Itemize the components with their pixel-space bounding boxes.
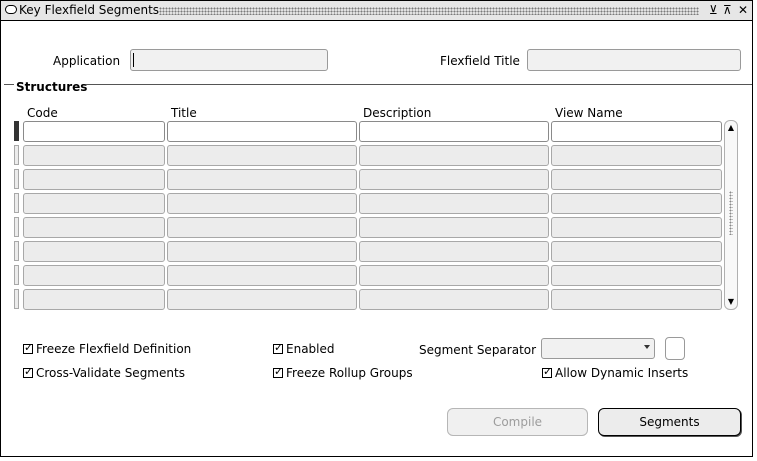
structures-heading: Structures [16,80,88,94]
checkmark-icon: ✓ [274,341,284,354]
code-cell[interactable] [23,241,165,262]
checkbox-box[interactable]: ✓ [273,341,284,354]
flexfield-title-label: Flexfield Title [440,54,520,68]
code-cell[interactable] [23,289,165,310]
text-cursor [133,53,134,67]
scroll-thumb[interactable] [729,191,733,235]
code-cell[interactable] [23,265,165,286]
title-cell[interactable] [167,217,357,238]
flexfield-title-field[interactable] [527,49,741,71]
row-indicator[interactable] [14,193,19,213]
cross-validate-segments-checkbox[interactable]: ✓ Cross-Validate Segments [23,366,185,380]
code-cell[interactable] [23,169,165,190]
window-title: Key Flexfield Segments [19,3,160,17]
checkmark-icon: ✓ [543,365,553,378]
maximize-icon[interactable]: ⊼ [723,2,732,18]
checkbox-box[interactable]: ✓ [273,365,284,378]
freeze-flexfield-definition-label: Freeze Flexfield Definition [36,342,192,356]
title-cell[interactable] [167,265,357,286]
allow-dynamic-inserts-label: Allow Dynamic Inserts [555,366,689,380]
row-indicator[interactable] [14,241,19,261]
scroll-down-icon[interactable]: ▼ [726,296,736,308]
segment-separator-select[interactable] [541,338,655,359]
column-header-code: Code [27,106,58,120]
view-name-cell[interactable] [551,241,722,262]
column-header-title: Title [171,106,197,120]
code-cell[interactable] [23,193,165,214]
compile-button[interactable]: Compile [447,408,588,436]
application-label: Application [53,54,121,68]
description-cell[interactable] [359,289,549,310]
title-cell[interactable] [167,193,357,214]
segments-button[interactable]: Segments [598,408,741,436]
row-indicator[interactable] [14,289,19,309]
window-menu-icon[interactable] [5,5,17,14]
freeze-rollup-groups-label: Freeze Rollup Groups [286,366,413,380]
title-cell[interactable] [167,145,357,166]
allow-dynamic-inserts-checkbox[interactable]: ✓ Allow Dynamic Inserts [542,366,688,380]
row-indicator[interactable] [14,265,19,285]
description-cell[interactable] [359,241,549,262]
title-bar-grip [159,7,699,15]
column-header-description: Description [363,106,432,120]
checkbox-box[interactable]: ✓ [23,341,34,354]
code-cell[interactable] [23,145,165,166]
row-indicator[interactable] [14,121,19,141]
close-icon[interactable]: ✕ [738,2,748,18]
code-cell[interactable] [23,121,165,142]
title-bar[interactable]: Key Flexfield Segments ⊻ ⊼ ✕ [1,1,752,21]
row-indicator[interactable] [14,169,19,189]
checkbox-box[interactable]: ✓ [23,365,34,378]
enabled-label: Enabled [286,342,335,356]
title-cell[interactable] [167,121,357,142]
description-cell[interactable] [359,193,549,214]
scroll-up-icon[interactable]: ▲ [726,122,736,134]
checkmark-icon: ✓ [274,365,284,378]
application-field[interactable] [130,49,328,71]
view-name-cell[interactable] [551,169,722,190]
view-name-cell[interactable] [551,193,722,214]
description-cell[interactable] [359,121,549,142]
segment-separator-field[interactable] [665,337,685,360]
chevron-down-icon[interactable] [644,345,650,349]
title-cell[interactable] [167,169,357,190]
column-header-view-name: View Name [555,106,623,120]
structures-divider-left [4,84,14,85]
view-name-cell[interactable] [551,289,722,310]
checkmark-icon: ✓ [24,341,34,354]
checkmark-icon: ✓ [24,365,34,378]
title-cell[interactable] [167,289,357,310]
description-cell[interactable] [359,217,549,238]
description-cell[interactable] [359,169,549,190]
view-name-cell[interactable] [551,217,722,238]
freeze-rollup-groups-checkbox[interactable]: ✓ Freeze Rollup Groups [273,366,413,380]
description-cell[interactable] [359,265,549,286]
minimize-icon[interactable]: ⊻ [709,2,718,18]
structures-divider-right [86,84,752,85]
segment-separator-label: Segment Separator [419,343,537,357]
view-name-cell[interactable] [551,265,722,286]
code-cell[interactable] [23,217,165,238]
description-cell[interactable] [359,145,549,166]
row-indicator[interactable] [14,145,19,165]
checkbox-box[interactable]: ✓ [542,365,553,378]
title-cell[interactable] [167,241,357,262]
enabled-checkbox[interactable]: ✓ Enabled [273,342,335,356]
cross-validate-segments-label: Cross-Validate Segments [36,366,185,380]
structures-scrollbar[interactable]: ▲ ▼ [724,120,738,310]
view-name-cell[interactable] [551,145,722,166]
row-indicator[interactable] [14,217,19,237]
freeze-flexfield-definition-checkbox[interactable]: ✓ Freeze Flexfield Definition [23,342,191,356]
view-name-cell[interactable] [551,121,722,142]
